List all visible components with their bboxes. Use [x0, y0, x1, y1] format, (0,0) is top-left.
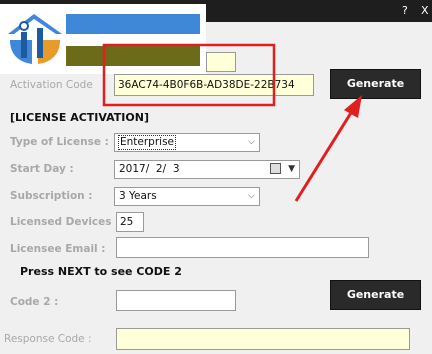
- close-button[interactable]: X: [421, 3, 429, 19]
- calendar-icon[interactable]: [270, 163, 281, 174]
- subscription-select[interactable]: 3 Years ⌵: [114, 187, 260, 206]
- help-button[interactable]: ?: [402, 3, 408, 19]
- licensee-email-label: Licensee Email :: [10, 243, 106, 255]
- section-title: [LICENSE ACTIVATION]: [10, 111, 149, 124]
- response-code-field[interactable]: [116, 328, 410, 350]
- subscription-value: 3 Years: [119, 190, 157, 202]
- response-code-label: Response Code :: [4, 333, 92, 345]
- start-day-picker[interactable]: 2017/ 2/ 3 ▼: [114, 160, 300, 179]
- chevron-down-icon[interactable]: ▼: [288, 161, 295, 178]
- logo-mark-icon: [8, 14, 62, 64]
- chevron-down-icon: ⌵: [248, 137, 255, 147]
- subscription-label: Subscription :: [10, 190, 93, 202]
- logo: [0, 4, 206, 74]
- start-day-value: 2017/ 2/ 3: [119, 163, 180, 175]
- license-type-label: Type of License :: [10, 136, 109, 148]
- activation-code-field[interactable]: 36AC74-4B0F6B-AD38DE-22B734: [114, 74, 314, 96]
- licensed-devices-label: Licensed Devices :: [10, 216, 120, 228]
- license-type-select[interactable]: Enterprise ⌵: [114, 133, 260, 152]
- generate-activation-button[interactable]: Generate: [330, 69, 421, 99]
- generate-code2-button[interactable]: Generate: [330, 280, 421, 310]
- logo-bar-blue: [66, 14, 200, 34]
- start-day-label: Start Day :: [10, 163, 74, 175]
- licensee-email-field[interactable]: [116, 237, 369, 258]
- next-instruction-note: Press NEXT to see CODE 2: [20, 265, 182, 278]
- logo-bar-olive: [66, 46, 200, 66]
- code2-label: Code 2 :: [10, 296, 59, 308]
- activation-code-label: Activation Code: [10, 79, 93, 91]
- chevron-down-icon: ⌵: [248, 191, 255, 201]
- hidden-code-field[interactable]: [206, 52, 236, 72]
- licensed-devices-field[interactable]: 25: [116, 212, 144, 232]
- license-type-value: Enterprise: [118, 135, 177, 150]
- annotation-arrow-shaft: [294, 107, 356, 202]
- code2-field[interactable]: [116, 290, 236, 311]
